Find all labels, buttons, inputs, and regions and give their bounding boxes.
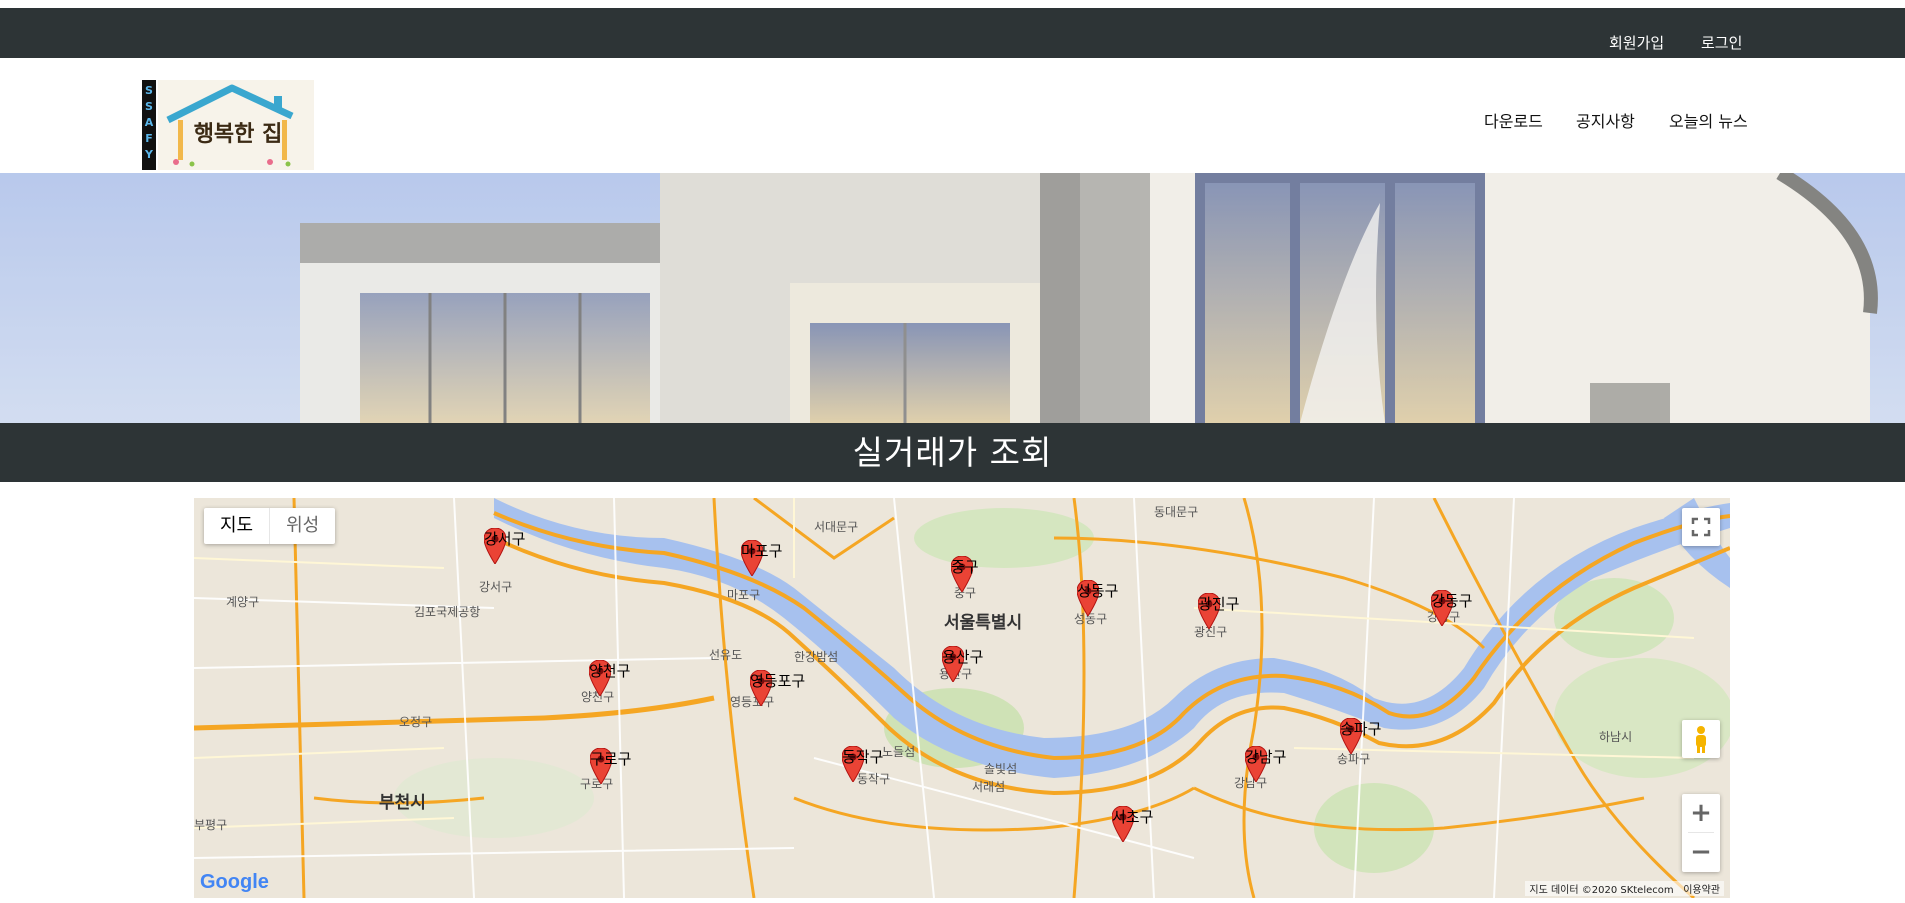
site-logo[interactable]: S S A F Y 행복한 집 (142, 80, 314, 170)
city-label-seoul: 서울특별시 (944, 613, 1023, 633)
google-logo-text: Google (200, 871, 269, 893)
fullscreen-icon (1691, 517, 1711, 537)
map-marker[interactable]: 마포구 (740, 539, 782, 577)
map-district-label: 계양구 (226, 595, 260, 609)
page-title: 실거래가 조회 (852, 433, 1053, 472)
hero-image (0, 173, 1905, 423)
map-marker[interactable]: 광진구 (1197, 592, 1239, 630)
svg-text:S: S (145, 84, 153, 97)
signup-link[interactable]: 회원가입 (1609, 32, 1664, 53)
attribution-text: 지도 데이터 ©2020 SKtelecom (1529, 885, 1674, 896)
map-district-label: 강서구 (479, 580, 513, 594)
zoom-control: + − (1682, 794, 1720, 872)
map-marker-label: 서초구 (1112, 808, 1154, 826)
map-marker-label: 양천구 (589, 662, 631, 680)
map-district-label: 마포구 (727, 588, 761, 602)
map-container[interactable]: 지도 위성 + − Google 지도 데이터 ©2020 SKtelecom … (194, 498, 1730, 898)
map-district-label: 노들섬 (882, 745, 916, 759)
map-marker-label: 송파구 (1340, 720, 1382, 738)
map-marker-label: 마포구 (741, 542, 783, 560)
map-marker-label: 중구 (951, 558, 979, 576)
logo-title: 행복한 집 (193, 121, 283, 147)
map-district-label: 서래섬 (972, 780, 1006, 794)
map-type-satellite[interactable]: 위성 (269, 508, 335, 544)
zoom-in-button[interactable]: + (1682, 794, 1720, 832)
top-bar: 회원가입 로그인 (0, 8, 1905, 58)
map-district-label: 솔빛섬 (984, 762, 1018, 776)
map-marker[interactable]: 동작구 (841, 745, 883, 783)
city-label-bucheon: 부천시 (379, 793, 426, 813)
nav-notice[interactable]: 공지사항 (1576, 108, 1635, 132)
map-marker-label: 성동구 (1077, 582, 1119, 600)
svg-text:F: F (145, 132, 153, 145)
map-marker[interactable]: 강동구 (1430, 589, 1472, 627)
svg-text:A: A (145, 116, 154, 129)
map-marker-label: 강동구 (1431, 592, 1473, 610)
pegman-icon (1696, 726, 1706, 753)
map-marker[interactable]: 송파구 (1339, 717, 1381, 755)
map-marker[interactable]: 양천구 (588, 659, 630, 697)
nav-download[interactable]: 다운로드 (1484, 108, 1543, 132)
map-marker-label: 구로구 (590, 750, 632, 768)
map-type-map[interactable]: 지도 (204, 508, 269, 544)
page-title-bar: 실거래가 조회 (0, 423, 1905, 482)
map-marker-label: 동작구 (842, 748, 884, 766)
street-view-pegman[interactable] (1682, 720, 1720, 758)
map-district-label: 서대문구 (814, 520, 859, 534)
site-header: S S A F Y 행복한 집 다운로드 공지사항 오늘의 뉴스 (0, 58, 1905, 173)
map-district-label: 동대문구 (1154, 505, 1199, 519)
login-link[interactable]: 로그인 (1701, 32, 1742, 53)
google-logo[interactable]: Google (200, 871, 269, 894)
svg-text:S: S (145, 100, 153, 113)
map-marker[interactable]: 영등포구 (749, 669, 805, 707)
fullscreen-button[interactable] (1682, 508, 1720, 546)
map-type-control: 지도 위성 (204, 508, 336, 544)
zoom-out-button[interactable]: − (1682, 833, 1720, 871)
map-attribution: 지도 데이터 ©2020 SKtelecom 이용약관 (1525, 881, 1724, 896)
map-marker[interactable]: 중구 (950, 555, 979, 593)
map-district-label: 김포국제공항 (414, 605, 481, 619)
map-marker[interactable]: 강남구 (1244, 745, 1286, 783)
svg-text:Y: Y (144, 148, 154, 161)
map-marker[interactable]: 서초구 (1111, 805, 1153, 843)
terms-link[interactable]: 이용약관 (1683, 885, 1720, 896)
map-marker-label: 용산구 (942, 648, 984, 666)
map-marker[interactable]: 구로구 (589, 747, 631, 785)
map-marker[interactable]: 용산구 (941, 645, 983, 683)
map-district-label: 하남시 (1599, 730, 1633, 744)
map-marker[interactable]: 성동구 (1076, 579, 1118, 617)
nav-news[interactable]: 오늘의 뉴스 (1669, 108, 1748, 132)
map-marker-label: 영등포구 (750, 672, 806, 690)
map-district-label: 부평구 (194, 818, 228, 832)
map-district-label: 한강밤섬 (794, 650, 839, 664)
map-marker[interactable]: 강서구 (483, 527, 525, 565)
map-marker-label: 강남구 (1245, 748, 1287, 766)
map-marker-label: 광진구 (1198, 595, 1240, 613)
map-district-label: 선유도 (709, 648, 743, 662)
map-district-label: 오정구 (399, 715, 433, 729)
map-marker-label: 강서구 (484, 530, 526, 548)
